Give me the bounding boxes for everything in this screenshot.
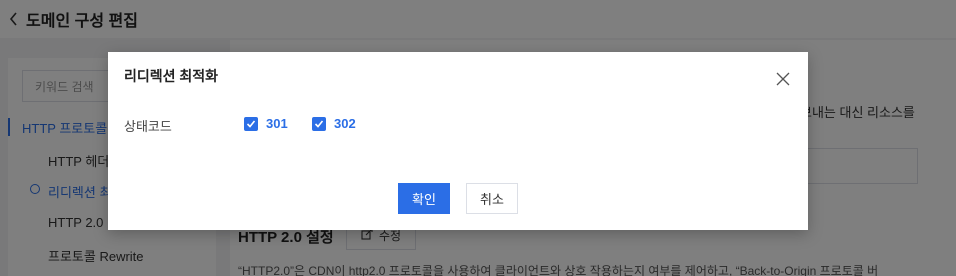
status-code-label: 상태코드 bbox=[124, 119, 172, 134]
redirect-optimization-dialog: 리디렉션 최적화 상태코드 301 302 확인 취소 bbox=[108, 52, 808, 230]
confirm-button[interactable]: 확인 bbox=[398, 183, 450, 214]
checkbox-302-label: 302 bbox=[334, 116, 356, 131]
checkmark-icon[interactable] bbox=[244, 116, 258, 131]
checkbox-302[interactable]: 302 bbox=[312, 116, 356, 131]
checkmark-icon[interactable] bbox=[312, 116, 326, 131]
checkbox-301-label: 301 bbox=[266, 116, 288, 131]
dialog-title: 리디렉션 최적화 bbox=[124, 68, 219, 84]
close-icon[interactable] bbox=[776, 72, 790, 86]
cancel-button[interactable]: 취소 bbox=[466, 183, 518, 214]
checkbox-301[interactable]: 301 bbox=[244, 116, 288, 131]
